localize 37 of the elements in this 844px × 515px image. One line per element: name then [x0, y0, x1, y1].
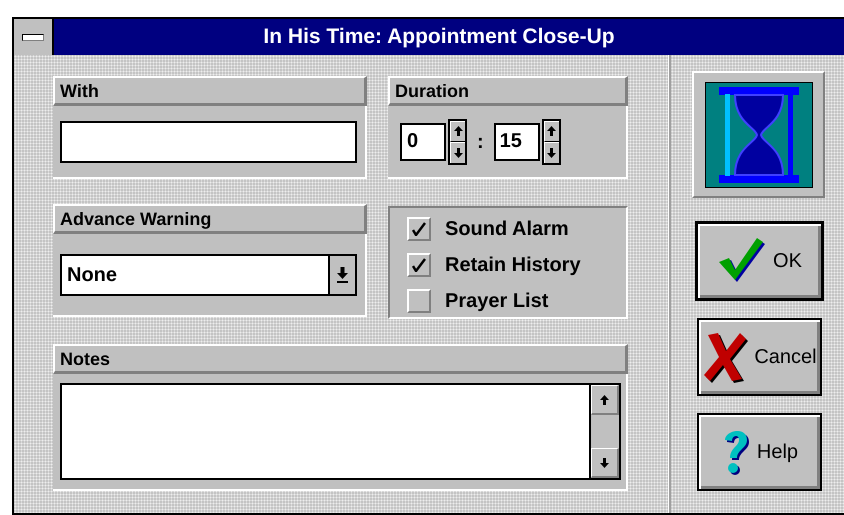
up-arrow-icon — [454, 126, 462, 136]
ok-button[interactable]: OK — [695, 221, 824, 301]
spin-down-button[interactable] — [450, 142, 465, 162]
hours-field[interactable]: 0 — [400, 122, 446, 160]
checkbox[interactable] — [407, 253, 431, 277]
check-icon — [412, 258, 426, 272]
spin-down-button[interactable] — [544, 142, 559, 162]
section-header: Notes — [53, 344, 628, 374]
x-mark-icon — [702, 331, 748, 383]
section-header: Advance Warning — [53, 204, 367, 234]
option-checkbox[interactable]: Sound Alarm — [407, 214, 626, 244]
advance-warning-dropdown[interactable]: None — [60, 254, 357, 296]
hourglass-icon — [704, 82, 812, 188]
system-menu-button[interactable] — [14, 19, 54, 55]
dropdown-button[interactable] — [328, 256, 355, 294]
down-arrow-icon — [547, 148, 556, 158]
option-checkbox[interactable]: Prayer List — [407, 286, 626, 316]
help-button[interactable]: Help — [697, 413, 822, 491]
dropdown-value: None — [66, 262, 118, 288]
down-arrow-icon — [454, 148, 462, 158]
spin-up-button[interactable] — [450, 120, 465, 142]
cancel-button[interactable]: Cancel — [697, 318, 822, 396]
check-icon — [412, 222, 426, 236]
minutes-field[interactable]: 15 — [494, 122, 540, 160]
down-arrow-icon — [337, 266, 348, 282]
up-arrow-icon — [547, 126, 556, 136]
checkbox[interactable] — [407, 217, 431, 241]
option-checkbox[interactable]: Retain History — [407, 250, 626, 280]
time-separator: : — [477, 130, 484, 154]
checkmark-icon — [717, 238, 768, 284]
with-field[interactable] — [60, 120, 357, 162]
window-title: In His Time: Appointment Close-Up — [262, 24, 616, 50]
section-header: Duration — [388, 76, 628, 106]
minus-icon — [22, 34, 44, 40]
section-header: With — [53, 76, 367, 106]
checkbox[interactable] — [407, 289, 431, 313]
spin-up-button[interactable] — [544, 120, 559, 142]
